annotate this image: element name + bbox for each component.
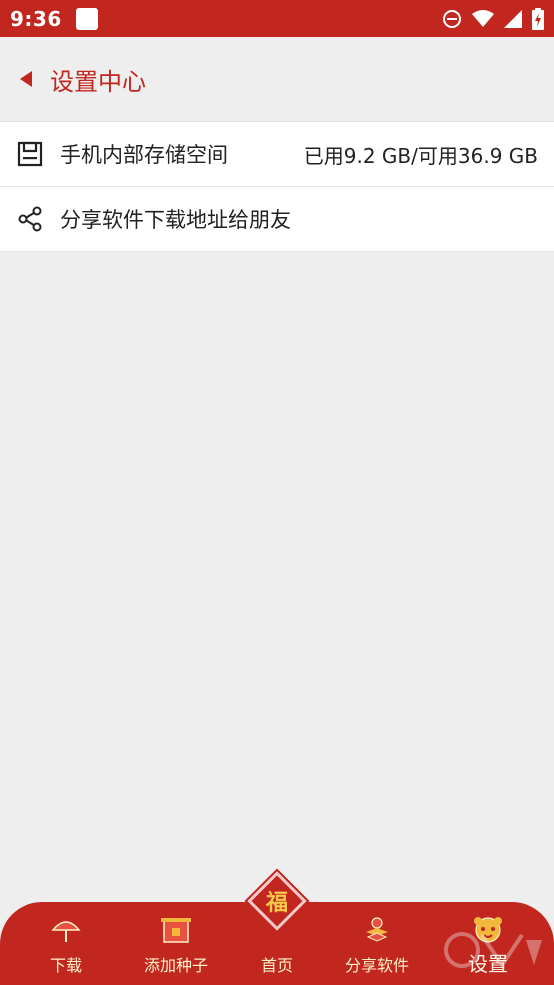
nav-label-share-app: 分享软件	[344, 956, 409, 975]
signal-icon	[504, 9, 522, 28]
save-icon	[16, 140, 44, 168]
nav-item-add-torrent[interactable]: 添加种子	[121, 916, 231, 976]
page-header: 设置中心	[0, 37, 554, 121]
status-bar: 9:36	[0, 0, 554, 37]
nav-label-add-torrent: 添加种子	[143, 956, 208, 975]
home-fu-glyph[interactable]: 福	[256, 880, 298, 922]
share-icon	[16, 205, 44, 233]
settings-list: 手机内部存储空间 已用9.2 GB/可用36.9 GB 分享软件下载地址给朋友	[0, 121, 554, 252]
status-icons	[442, 7, 544, 30]
umbrella-icon	[50, 916, 82, 944]
page-title: 设置中心	[50, 67, 146, 96]
status-time: 9:36	[10, 6, 62, 31]
nav-item-download[interactable]: 下载	[11, 916, 121, 976]
nav-label-download: 下载	[49, 956, 82, 975]
nav-item-share-app[interactable]: 分享软件	[322, 916, 432, 976]
lantern-icon	[361, 916, 393, 944]
battery-icon	[532, 7, 544, 30]
gate-icon	[160, 916, 192, 944]
back-arrow-icon	[20, 71, 32, 87]
list-item-storage[interactable]: 手机内部存储空间 已用9.2 GB/可用36.9 GB	[0, 122, 554, 187]
list-item-share[interactable]: 分享软件下载地址给朋友	[0, 187, 554, 252]
storage-value: 已用9.2 GB/可用36.9 GB	[303, 143, 538, 168]
watermark-logo-icon	[444, 932, 542, 969]
back-button[interactable]: 设置中心	[20, 62, 146, 97]
share-label: 分享软件下载地址给朋友	[60, 208, 291, 232]
storage-label: 手机内部存储空间	[60, 143, 228, 167]
wifi-icon	[472, 9, 494, 27]
notification-app-icon	[75, 7, 98, 30]
nav-label-home: 首页	[260, 956, 293, 975]
do-not-disturb-icon	[443, 9, 461, 28]
